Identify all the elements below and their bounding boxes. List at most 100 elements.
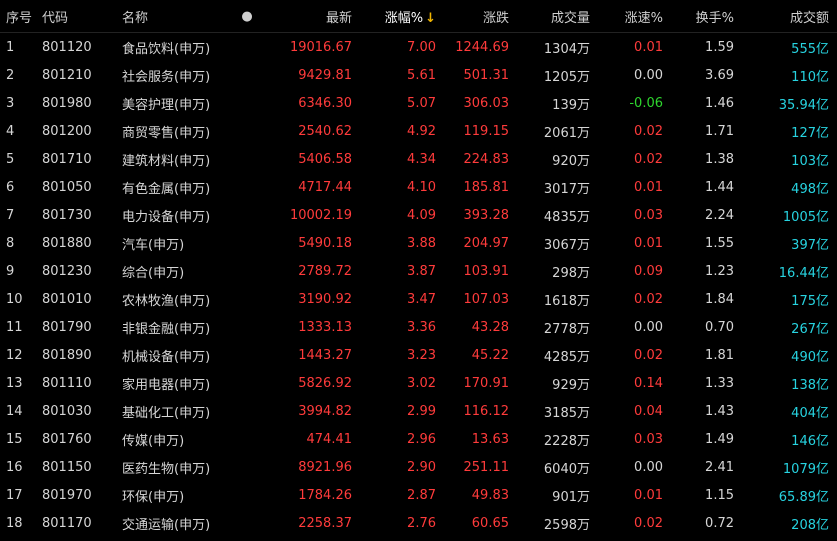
table-row[interactable]: 8 801880 汽车(申万) 5490.18 3.88 204.97 3067万 0.01 1… [0, 229, 837, 257]
cell-change: 45.22 [471, 347, 509, 363]
col-header-turnover[interactable]: 换手% [663, 7, 734, 26]
cell-volume: 2778万 [543, 321, 590, 337]
col-header-dot-icon[interactable]: ● [232, 9, 262, 24]
cell-amount: 208亿 [791, 517, 829, 533]
cell-volume: 3067万 [543, 237, 590, 253]
table-row[interactable]: 5 801710 建筑材料(申万) 5406.58 4.34 224.83 920万 0.02… [0, 145, 837, 173]
col-header-code[interactable]: 代码 [36, 7, 116, 26]
table-row[interactable]: 15 801760 传媒(申万) 474.41 2.96 13.63 2228万 0.03 1.… [0, 425, 837, 453]
cell-name: 商贸零售(申万) [122, 125, 211, 141]
cell-speed: 0.01 [634, 39, 663, 55]
col-header-change-pct[interactable]: 涨幅% ↓ [352, 7, 436, 26]
cell-speed: 0.04 [634, 403, 663, 419]
cell-turnover: 1.49 [705, 431, 734, 447]
cell-change-pct: 4.92 [407, 123, 436, 139]
cell-amount: 498亿 [791, 181, 829, 197]
cell-turnover: 1.44 [705, 179, 734, 195]
col-header-name[interactable]: 名称 [116, 7, 232, 26]
cell-name: 电力设备(申万) [122, 209, 211, 225]
cell-amount: 555亿 [791, 41, 829, 57]
cell-amount: 65.89亿 [778, 489, 829, 505]
cell-last: 3994.82 [298, 403, 352, 419]
cell-turnover: 1.33 [705, 375, 734, 391]
table-row[interactable]: 7 801730 电力设备(申万) 10002.19 4.09 393.28 4835万 0.… [0, 201, 837, 229]
col-header-speed[interactable]: 涨速% [590, 7, 663, 26]
cell-turnover: 1.84 [705, 291, 734, 307]
cell-change: 116.12 [463, 403, 510, 419]
cell-code: 801010 [42, 291, 92, 307]
cell-speed: 0.02 [634, 151, 663, 167]
cell-change-pct: 3.36 [407, 319, 436, 335]
cell-change-pct: 3.88 [407, 235, 436, 251]
cell-code: 801170 [42, 515, 92, 531]
table-row[interactable]: 10 801010 农林牧渔(申万) 3190.92 3.47 107.03 1618万 0.… [0, 285, 837, 313]
cell-index: 2 [6, 67, 15, 83]
cell-code: 801890 [42, 347, 92, 363]
cell-speed: 0.03 [634, 431, 663, 447]
cell-speed: 0.02 [634, 123, 663, 139]
cell-change-pct: 3.47 [407, 291, 436, 307]
col-header-change[interactable]: 涨跌 [436, 7, 509, 26]
table-row[interactable]: 3 801980 美容护理(申万) 6346.30 5.07 306.03 139万 -0.0… [0, 89, 837, 117]
cell-last: 19016.67 [289, 39, 352, 55]
table-header: 序号 代码 名称 ● 最新 涨幅% ↓ 涨跌 成交量 涨速% 换手% 成交额 [0, 0, 837, 33]
cell-change: 1244.69 [455, 39, 509, 55]
table-row[interactable]: 14 801030 基础化工(申万) 3994.82 2.99 116.12 3185万 0.… [0, 397, 837, 425]
quote-table: 序号 代码 名称 ● 最新 涨幅% ↓ 涨跌 成交量 涨速% 换手% 成交额 18… [0, 0, 837, 537]
cell-code: 801710 [42, 151, 92, 167]
table-row[interactable]: 18 801170 交通运输(申万) 2258.37 2.76 60.65 2598万 0.0… [0, 509, 837, 537]
cell-name: 环保(申万) [122, 489, 185, 505]
cell-change-pct: 3.23 [407, 347, 436, 363]
table-row[interactable]: 13 801110 家用电器(申万) 5826.92 3.02 170.91 929万 0.1… [0, 369, 837, 397]
cell-speed: 0.01 [634, 487, 663, 503]
cell-last: 2540.62 [298, 123, 352, 139]
cell-last: 5826.92 [298, 375, 352, 391]
cell-amount: 175亿 [791, 293, 829, 309]
cell-name: 家用电器(申万) [122, 377, 211, 393]
col-header-last[interactable]: 最新 [262, 7, 352, 26]
table-row[interactable]: 1 801120 食品饮料(申万) 19016.67 7.00 1244.69 1304万 0… [0, 33, 837, 61]
col-header-amount[interactable]: 成交额 [734, 7, 837, 26]
cell-speed: 0.14 [634, 375, 663, 391]
cell-change-pct: 2.90 [407, 459, 436, 475]
cell-volume: 3017万 [543, 181, 590, 197]
table-row[interactable]: 17 801970 环保(申万) 1784.26 2.87 49.83 901万 0.01 1.… [0, 481, 837, 509]
cell-turnover: 1.81 [705, 347, 734, 363]
cell-name: 传媒(申万) [122, 433, 185, 449]
cell-index: 15 [6, 431, 23, 447]
cell-change: 60.65 [471, 515, 509, 531]
cell-volume: 920万 [552, 153, 590, 169]
col-header-change-pct-label: 涨幅% [384, 10, 424, 26]
table-row[interactable]: 6 801050 有色金属(申万) 4717.44 4.10 185.81 3017万 0.0… [0, 173, 837, 201]
cell-speed: 0.01 [634, 235, 663, 251]
cell-change: 306.03 [463, 95, 510, 111]
col-header-volume[interactable]: 成交量 [509, 7, 590, 26]
table-row[interactable]: 2 801210 社会服务(申万) 9429.81 5.61 501.31 1205万 0.0… [0, 61, 837, 89]
cell-volume: 4285万 [543, 349, 590, 365]
table-row[interactable]: 16 801150 医药生物(申万) 8921.96 2.90 251.11 6040万 0.… [0, 453, 837, 481]
cell-amount: 1005亿 [782, 209, 829, 225]
cell-change-pct: 2.96 [407, 431, 436, 447]
cell-last: 2258.37 [298, 515, 352, 531]
cell-volume: 2228万 [543, 433, 590, 449]
cell-change: 119.15 [463, 123, 510, 139]
cell-speed: 0.02 [634, 291, 663, 307]
table-row[interactable]: 12 801890 机械设备(申万) 1443.27 3.23 45.22 4285万 0.0… [0, 341, 837, 369]
table-row[interactable]: 11 801790 非银金融(申万) 1333.13 3.36 43.28 2778万 0.0… [0, 313, 837, 341]
table-row[interactable]: 4 801200 商贸零售(申万) 2540.62 4.92 119.15 2061万 0.0… [0, 117, 837, 145]
cell-name: 建筑材料(申万) [122, 153, 211, 169]
cell-index: 13 [6, 375, 23, 391]
cell-amount: 35.94亿 [778, 97, 829, 113]
cell-amount: 397亿 [791, 237, 829, 253]
table-row[interactable]: 9 801230 综合(申万) 2789.72 3.87 103.91 298万 0.09 1.… [0, 257, 837, 285]
sort-desc-arrow-icon: ↓ [425, 10, 436, 26]
cell-index: 4 [6, 123, 15, 139]
cell-turnover: 2.41 [705, 459, 734, 475]
cell-last: 6346.30 [298, 95, 352, 111]
cell-speed: 0.02 [634, 515, 663, 531]
cell-volume: 901万 [552, 489, 590, 505]
col-header-index[interactable]: 序号 [0, 7, 36, 26]
cell-turnover: 0.70 [705, 319, 734, 335]
cell-volume: 3185万 [543, 405, 590, 421]
cell-name: 基础化工(申万) [122, 405, 211, 421]
